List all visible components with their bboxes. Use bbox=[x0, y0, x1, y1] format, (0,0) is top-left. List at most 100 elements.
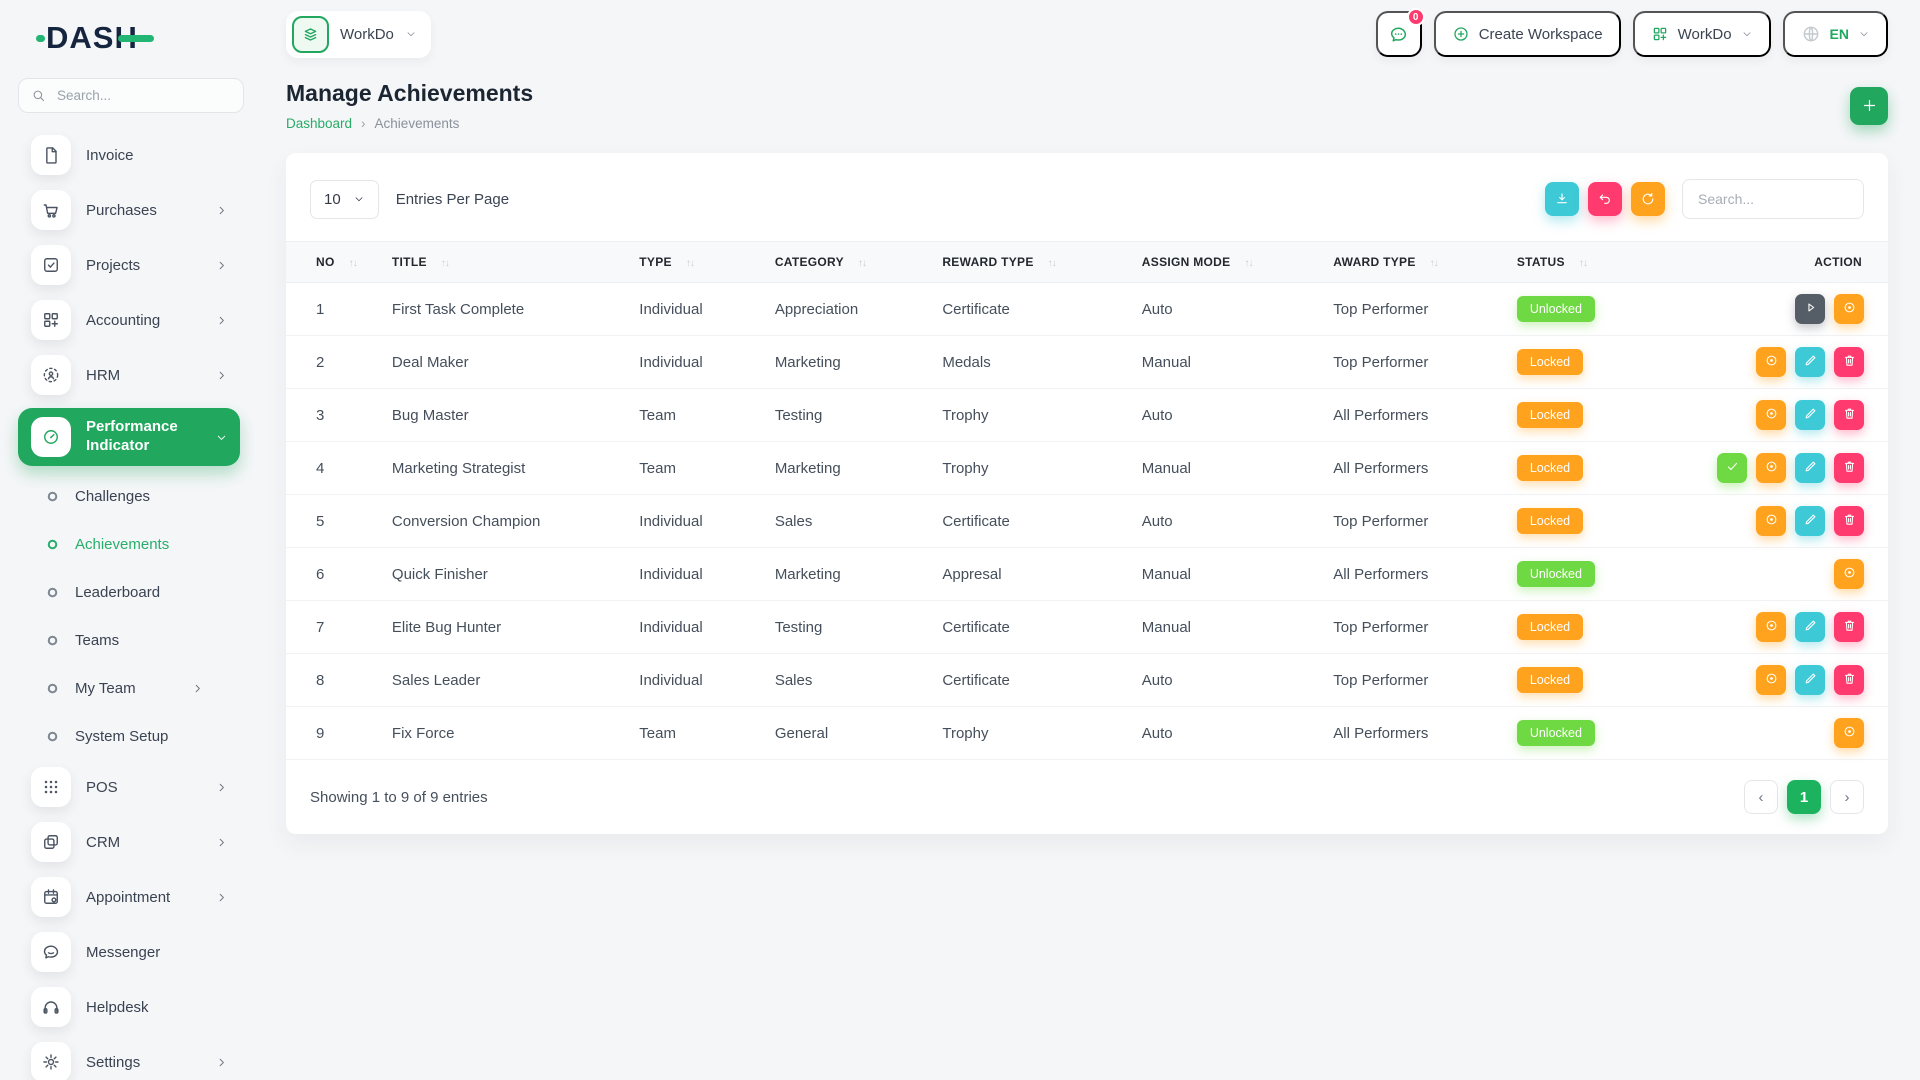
sidebar-item-settings[interactable]: Settings bbox=[18, 1040, 240, 1080]
column-header-status[interactable]: STATUS↑↓ bbox=[1507, 242, 1698, 283]
sidebar-item-appointment[interactable]: Appointment bbox=[18, 875, 240, 919]
sidebar-item-leaderboard[interactable]: Leaderboard bbox=[18, 573, 240, 612]
workspace-switcher[interactable]: WorkDo bbox=[286, 11, 431, 58]
sidebar-item-invoice[interactable]: Invoice bbox=[18, 133, 240, 177]
edit-button[interactable] bbox=[1795, 400, 1825, 430]
sidebar-item-pos[interactable]: POS bbox=[18, 765, 240, 809]
table-row: 1First Task CompleteIndividualAppreciati… bbox=[286, 283, 1888, 336]
add-achievement-button[interactable] bbox=[1850, 87, 1888, 125]
sidebar-item-my-team[interactable]: My Team bbox=[18, 669, 240, 708]
delete-button[interactable] bbox=[1834, 347, 1864, 377]
delete-button[interactable] bbox=[1834, 400, 1864, 430]
trash-icon bbox=[1842, 618, 1857, 636]
next-page-button[interactable]: › bbox=[1830, 780, 1864, 814]
table-search-input[interactable] bbox=[1682, 179, 1864, 219]
row-status: Locked bbox=[1507, 442, 1698, 495]
row-no: 8 bbox=[286, 654, 382, 707]
row-award-type: Top Performer bbox=[1323, 654, 1507, 707]
sidebar-item-helpdesk[interactable]: Helpdesk bbox=[18, 985, 240, 1029]
create-workspace-button[interactable]: Create Workspace bbox=[1434, 11, 1621, 57]
delete-button[interactable] bbox=[1834, 665, 1864, 695]
column-header-title[interactable]: TITLE↑↓ bbox=[382, 242, 629, 283]
breadcrumb-dashboard-link[interactable]: Dashboard bbox=[286, 116, 352, 131]
row-category: General bbox=[765, 707, 933, 760]
column-header-assign-mode[interactable]: ASSIGN MODE↑↓ bbox=[1132, 242, 1324, 283]
status-badge: Unlocked bbox=[1517, 296, 1595, 322]
reload-button[interactable] bbox=[1631, 182, 1665, 216]
previous-page-button[interactable]: ‹ bbox=[1744, 780, 1778, 814]
edit-button[interactable] bbox=[1795, 665, 1825, 695]
row-reward-type: Trophy bbox=[932, 707, 1131, 760]
sidebar-item-accounting[interactable]: Accounting bbox=[18, 298, 240, 342]
column-header-reward-type[interactable]: REWARD TYPE↑↓ bbox=[932, 242, 1131, 283]
delete-button[interactable] bbox=[1834, 453, 1864, 483]
language-button[interactable]: EN bbox=[1783, 11, 1888, 57]
approve-button[interactable] bbox=[1717, 453, 1747, 483]
status-badge: Locked bbox=[1517, 349, 1583, 375]
sidebar-item-challenges[interactable]: Challenges bbox=[18, 477, 240, 516]
ring-icon bbox=[45, 489, 60, 504]
row-type: Individual bbox=[629, 654, 765, 707]
sidebar-item-teams[interactable]: Teams bbox=[18, 621, 240, 660]
eye-icon bbox=[1764, 406, 1779, 424]
messages-button[interactable]: 0 bbox=[1376, 11, 1422, 57]
view-button[interactable] bbox=[1756, 665, 1786, 695]
view-button[interactable] bbox=[1756, 400, 1786, 430]
pencil-icon bbox=[1803, 459, 1818, 477]
ring-icon bbox=[45, 585, 60, 600]
workdo-menu-label: WorkDo bbox=[1678, 26, 1732, 43]
sidebar-item-performance-indicator[interactable]: Performance Indicator bbox=[18, 408, 240, 466]
chevron-right-icon bbox=[215, 204, 228, 217]
export-button[interactable] bbox=[1545, 182, 1579, 216]
reset-button[interactable] bbox=[1588, 182, 1622, 216]
entries-per-page-select[interactable]: 10 bbox=[310, 180, 379, 219]
sort-icon: ↑↓ bbox=[1244, 258, 1252, 269]
view-button[interactable] bbox=[1756, 612, 1786, 642]
sidebar-item-hrm[interactable]: HRM bbox=[18, 353, 240, 397]
edit-button[interactable] bbox=[1795, 453, 1825, 483]
column-header-type[interactable]: TYPE↑↓ bbox=[629, 242, 765, 283]
sidebar-search[interactable] bbox=[18, 78, 244, 113]
sidebar-item-system-setup[interactable]: System Setup bbox=[18, 717, 240, 756]
row-assign-mode: Auto bbox=[1132, 389, 1324, 442]
edit-button[interactable] bbox=[1795, 506, 1825, 536]
row-actions bbox=[1698, 601, 1888, 654]
column-header-category[interactable]: CATEGORY↑↓ bbox=[765, 242, 933, 283]
status-badge: Unlocked bbox=[1517, 561, 1595, 587]
topbar: WorkDo 0 Create Workspace WorkDo bbox=[286, 4, 1888, 64]
play-icon bbox=[1803, 300, 1818, 318]
workdo-menu-button[interactable]: WorkDo bbox=[1633, 11, 1771, 57]
eye-icon bbox=[1842, 724, 1857, 742]
edit-button[interactable] bbox=[1795, 612, 1825, 642]
status-badge: Locked bbox=[1517, 455, 1583, 481]
sidebar-search-input[interactable] bbox=[55, 87, 231, 104]
view-button[interactable] bbox=[1834, 718, 1864, 748]
chevron-right-icon bbox=[215, 259, 228, 272]
sidebar-item-label: Teams bbox=[75, 632, 119, 649]
column-header-award-type[interactable]: AWARD TYPE↑↓ bbox=[1323, 242, 1507, 283]
play-button[interactable] bbox=[1795, 294, 1825, 324]
create-workspace-label: Create Workspace bbox=[1479, 26, 1603, 43]
sidebar-item-projects[interactable]: Projects bbox=[18, 243, 240, 287]
sidebar-item-messenger[interactable]: Messenger bbox=[18, 930, 240, 974]
view-button[interactable] bbox=[1756, 506, 1786, 536]
row-assign-mode: Auto bbox=[1132, 495, 1324, 548]
view-button[interactable] bbox=[1756, 453, 1786, 483]
view-button[interactable] bbox=[1756, 347, 1786, 377]
gear-icon bbox=[31, 1042, 71, 1080]
edit-button[interactable] bbox=[1795, 347, 1825, 377]
row-award-type: Top Performer bbox=[1323, 495, 1507, 548]
delete-button[interactable] bbox=[1834, 612, 1864, 642]
column-header-no[interactable]: NO↑↓ bbox=[286, 242, 382, 283]
row-status: Locked bbox=[1507, 654, 1698, 707]
row-category: Testing bbox=[765, 601, 933, 654]
logo-accent-dot bbox=[36, 35, 45, 42]
page-1-button[interactable]: 1 bbox=[1787, 780, 1821, 814]
sidebar-item-crm[interactable]: CRM bbox=[18, 820, 240, 864]
sidebar-item-purchases[interactable]: Purchases bbox=[18, 188, 240, 232]
view-button[interactable] bbox=[1834, 559, 1864, 589]
sidebar-item-achievements[interactable]: Achievements bbox=[18, 525, 240, 564]
row-actions bbox=[1698, 389, 1888, 442]
view-button[interactable] bbox=[1834, 294, 1864, 324]
delete-button[interactable] bbox=[1834, 506, 1864, 536]
